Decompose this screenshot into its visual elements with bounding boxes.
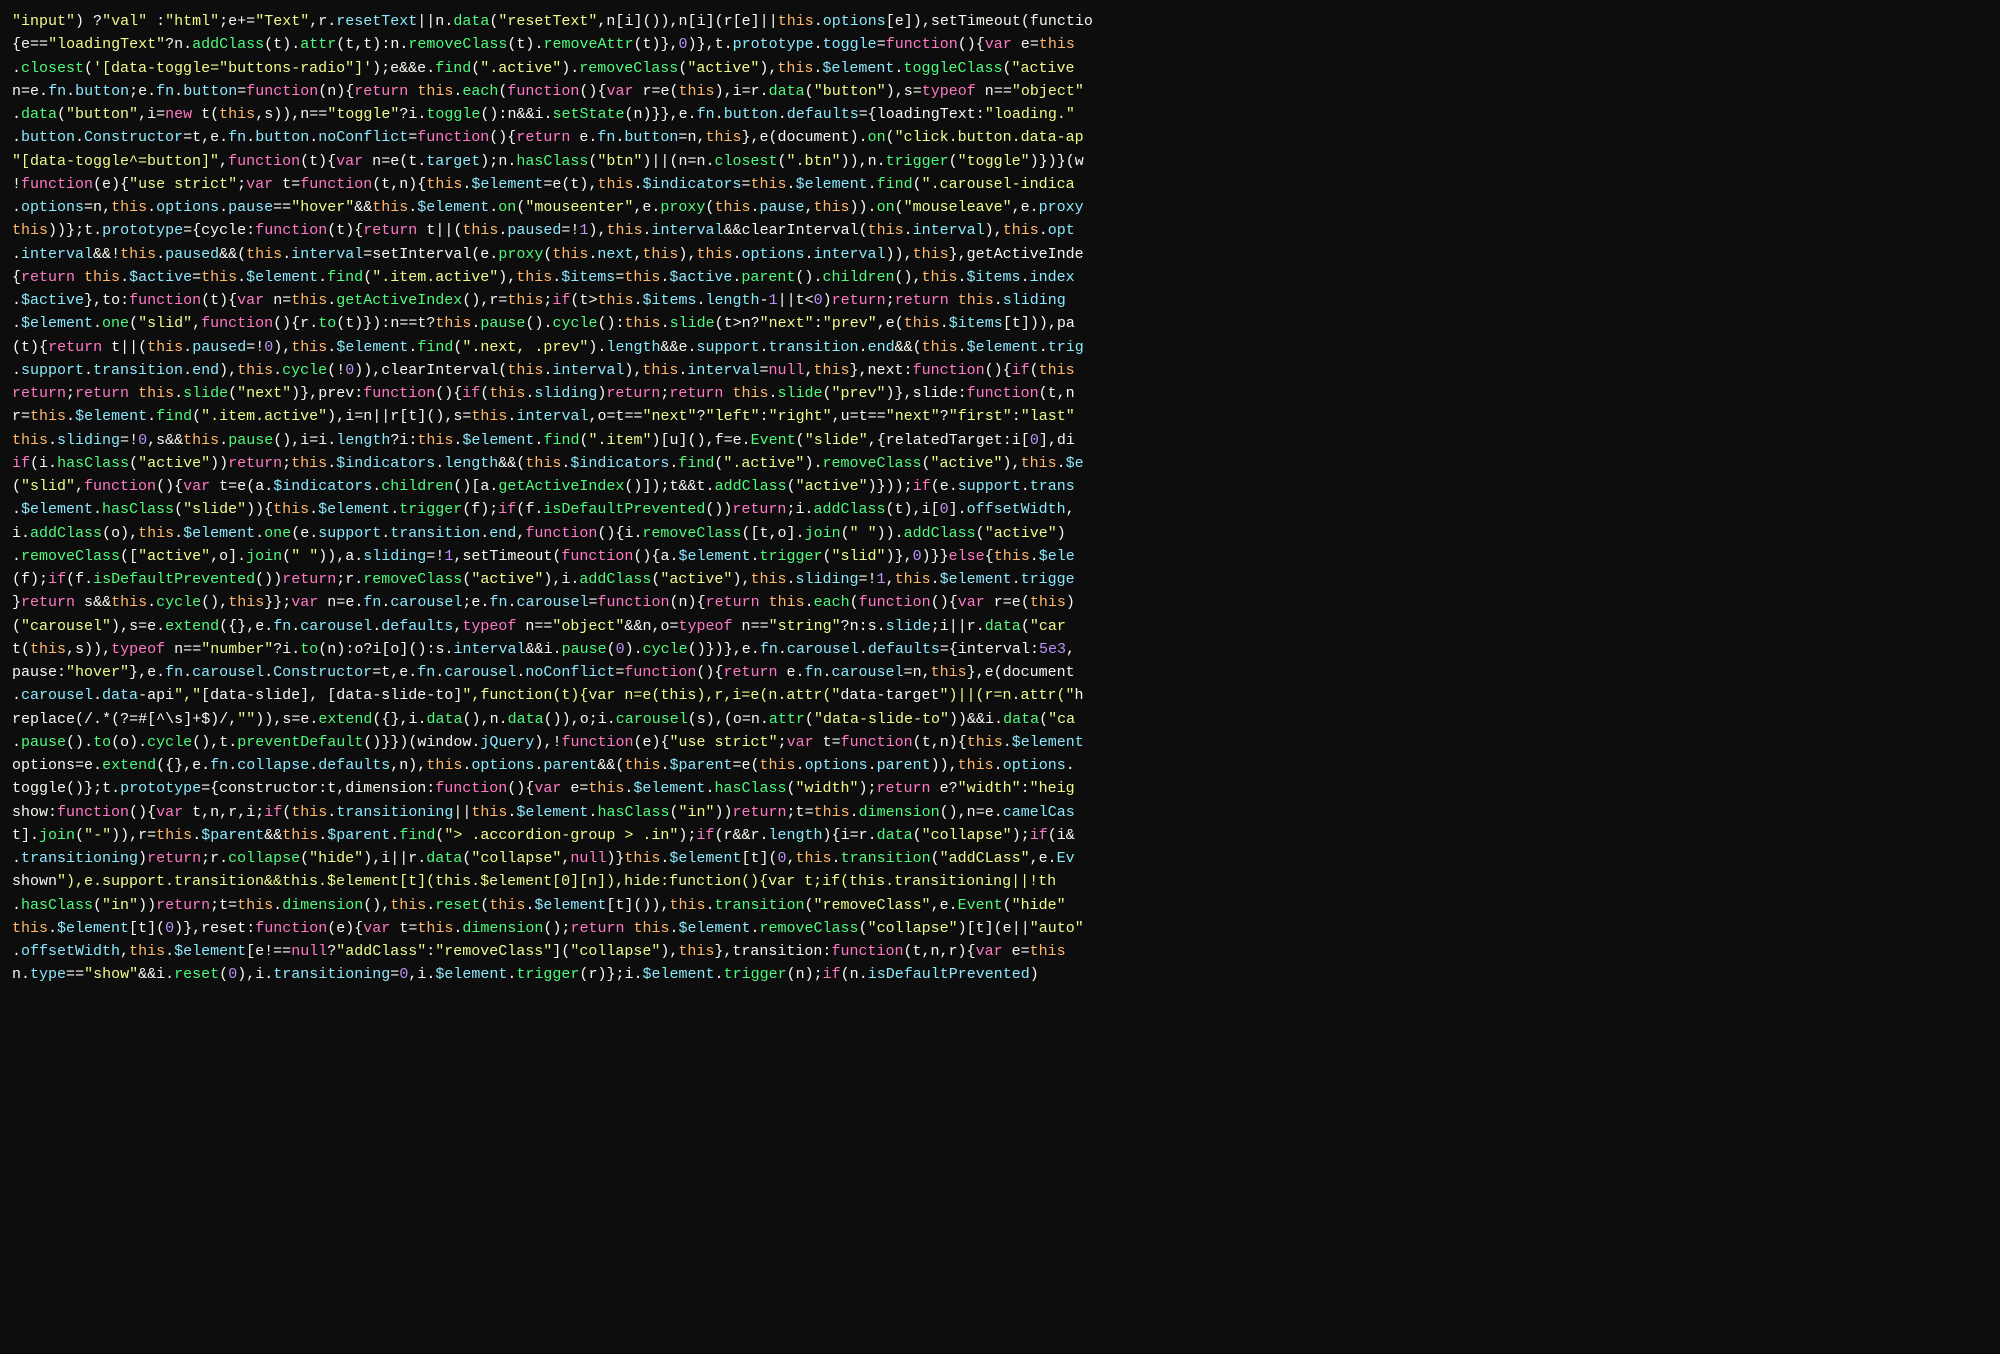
code-line: shown"),e.support.transition&&this.$elem… (12, 870, 1988, 893)
code-line: .data("button",i=new t(this,s)),n=="togg… (12, 103, 1988, 126)
code-line: replace(/.*(?=#[^\s]+$)/,"")),s=e.extend… (12, 708, 1988, 731)
code-line: ("slid",function(){var t=e(a.$indicators… (12, 475, 1988, 498)
code-line: return;return this.slide("next")},prev:f… (12, 382, 1988, 405)
code-line: this.sliding=!0,s&&this.pause(),i=i.leng… (12, 429, 1988, 452)
code-line: ("carousel"),s=e.extend({},e.fn.carousel… (12, 615, 1988, 638)
code-line: show:function(){var t,n,r,i;if(this.tran… (12, 801, 1988, 824)
code-line: if(i.hasClass("active"))return;this.$ind… (12, 452, 1988, 475)
code-line: {e=="loadingText"?n.addClass(t).attr(t,t… (12, 33, 1988, 56)
code-line: .$active},to:function(t){var n=this.getA… (12, 289, 1988, 312)
code-line: .closest('[data-toggle="buttons-radio"]'… (12, 57, 1988, 80)
code-line: (t){return t||(this.paused=!0),this.$ele… (12, 336, 1988, 359)
code-line: .interval&&!this.paused&&(this.interval=… (12, 243, 1988, 266)
code-line: .removeClass(["active",o].join(" ")),a.s… (12, 545, 1988, 568)
code-line: .options=n,this.options.pause=="hover"&&… (12, 196, 1988, 219)
code-line: t(this,s)),typeof n=="number"?i.to(n):o?… (12, 638, 1988, 661)
code-line: !function(e){"use strict";var t=function… (12, 173, 1988, 196)
code-line: pause:"hover"},e.fn.carousel.Constructor… (12, 661, 1988, 684)
code-line: t].join("-")),r=this.$parent&&this.$pare… (12, 824, 1988, 847)
code-line: n.type=="show"&&i.reset(0),i.transitioni… (12, 963, 1988, 986)
code-editor: "input") ?"val" :"html";e+="Text",r.rese… (0, 0, 2000, 1354)
code-line: .hasClass("in"))return;t=this.dimension(… (12, 894, 1988, 917)
code-line: this))};t.prototype={cycle:function(t){r… (12, 219, 1988, 242)
code-line: n=e.fn.button;e.fn.button=function(n){re… (12, 80, 1988, 103)
code-line: .$element.hasClass("slide")){this.$eleme… (12, 498, 1988, 521)
code-line: "[data-toggle^=button]",function(t){var … (12, 150, 1988, 173)
code-line: .transitioning)return;r.collapse("hide")… (12, 847, 1988, 870)
code-line: .support.transition.end),this.cycle(!0))… (12, 359, 1988, 382)
code-line: options=e.extend({},e.fn.collapse.defaul… (12, 754, 1988, 777)
code-line: }return s&&this.cycle(),this}};var n=e.f… (12, 591, 1988, 614)
code-line: toggle()};t.prototype={constructor:t,dim… (12, 777, 1988, 800)
code-line: .pause().to(o).cycle(),t.preventDefault(… (12, 731, 1988, 754)
code-line: .button.Constructor=t,e.fn.button.noConf… (12, 126, 1988, 149)
code-line: (f);if(f.isDefaultPrevented())return;r.r… (12, 568, 1988, 591)
code-line: "input") ?"val" :"html";e+="Text",r.rese… (12, 10, 1988, 33)
code-line: this.$element[t](0)},reset:function(e){v… (12, 917, 1988, 940)
code-line: i.addClass(o),this.$element.one(e.suppor… (12, 522, 1988, 545)
code-line: .offsetWidth,this.$element[e!==null?"add… (12, 940, 1988, 963)
code-line: .carousel.data-api","[data-slide], [data… (12, 684, 1988, 707)
code-line: {return this.$active=this.$element.find(… (12, 266, 1988, 289)
code-line: r=this.$element.find(".item.active"),i=n… (12, 405, 1988, 428)
code-line: .$element.one("slid",function(){r.to(t)}… (12, 312, 1988, 335)
